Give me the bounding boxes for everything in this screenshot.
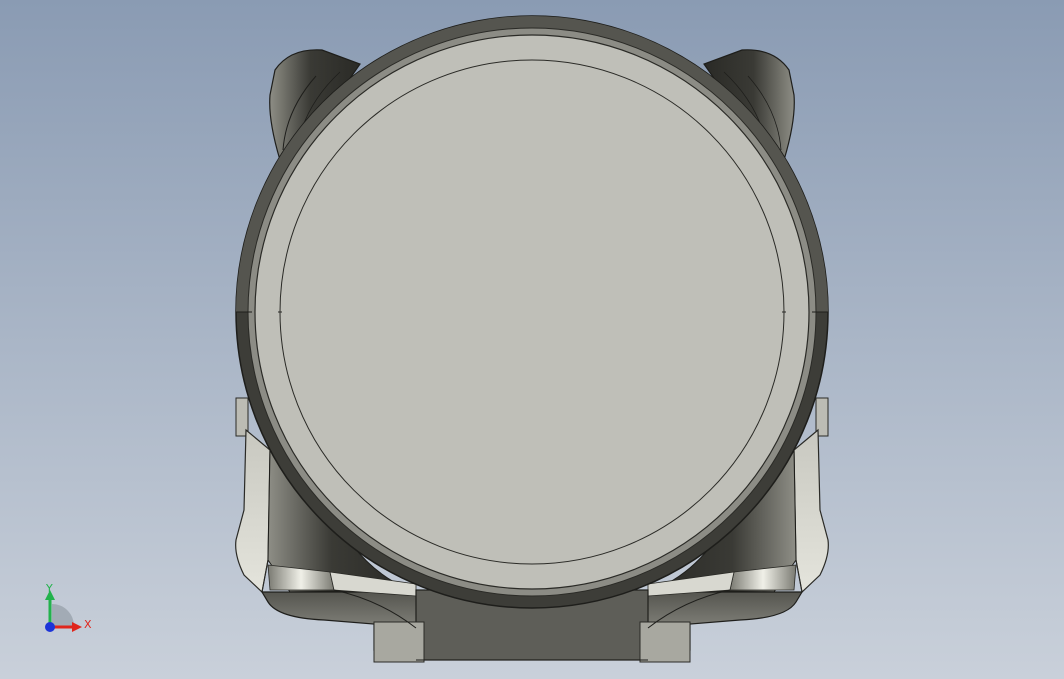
x-axis-label: X (84, 618, 92, 631)
y-axis-label: Y (45, 582, 53, 595)
z-axis-dot (45, 622, 55, 632)
end-face (254, 34, 810, 590)
model-view[interactable]: X Y (0, 0, 1064, 679)
cad-viewport[interactable]: X Y (0, 0, 1064, 679)
main-cylinder (235, 15, 829, 609)
